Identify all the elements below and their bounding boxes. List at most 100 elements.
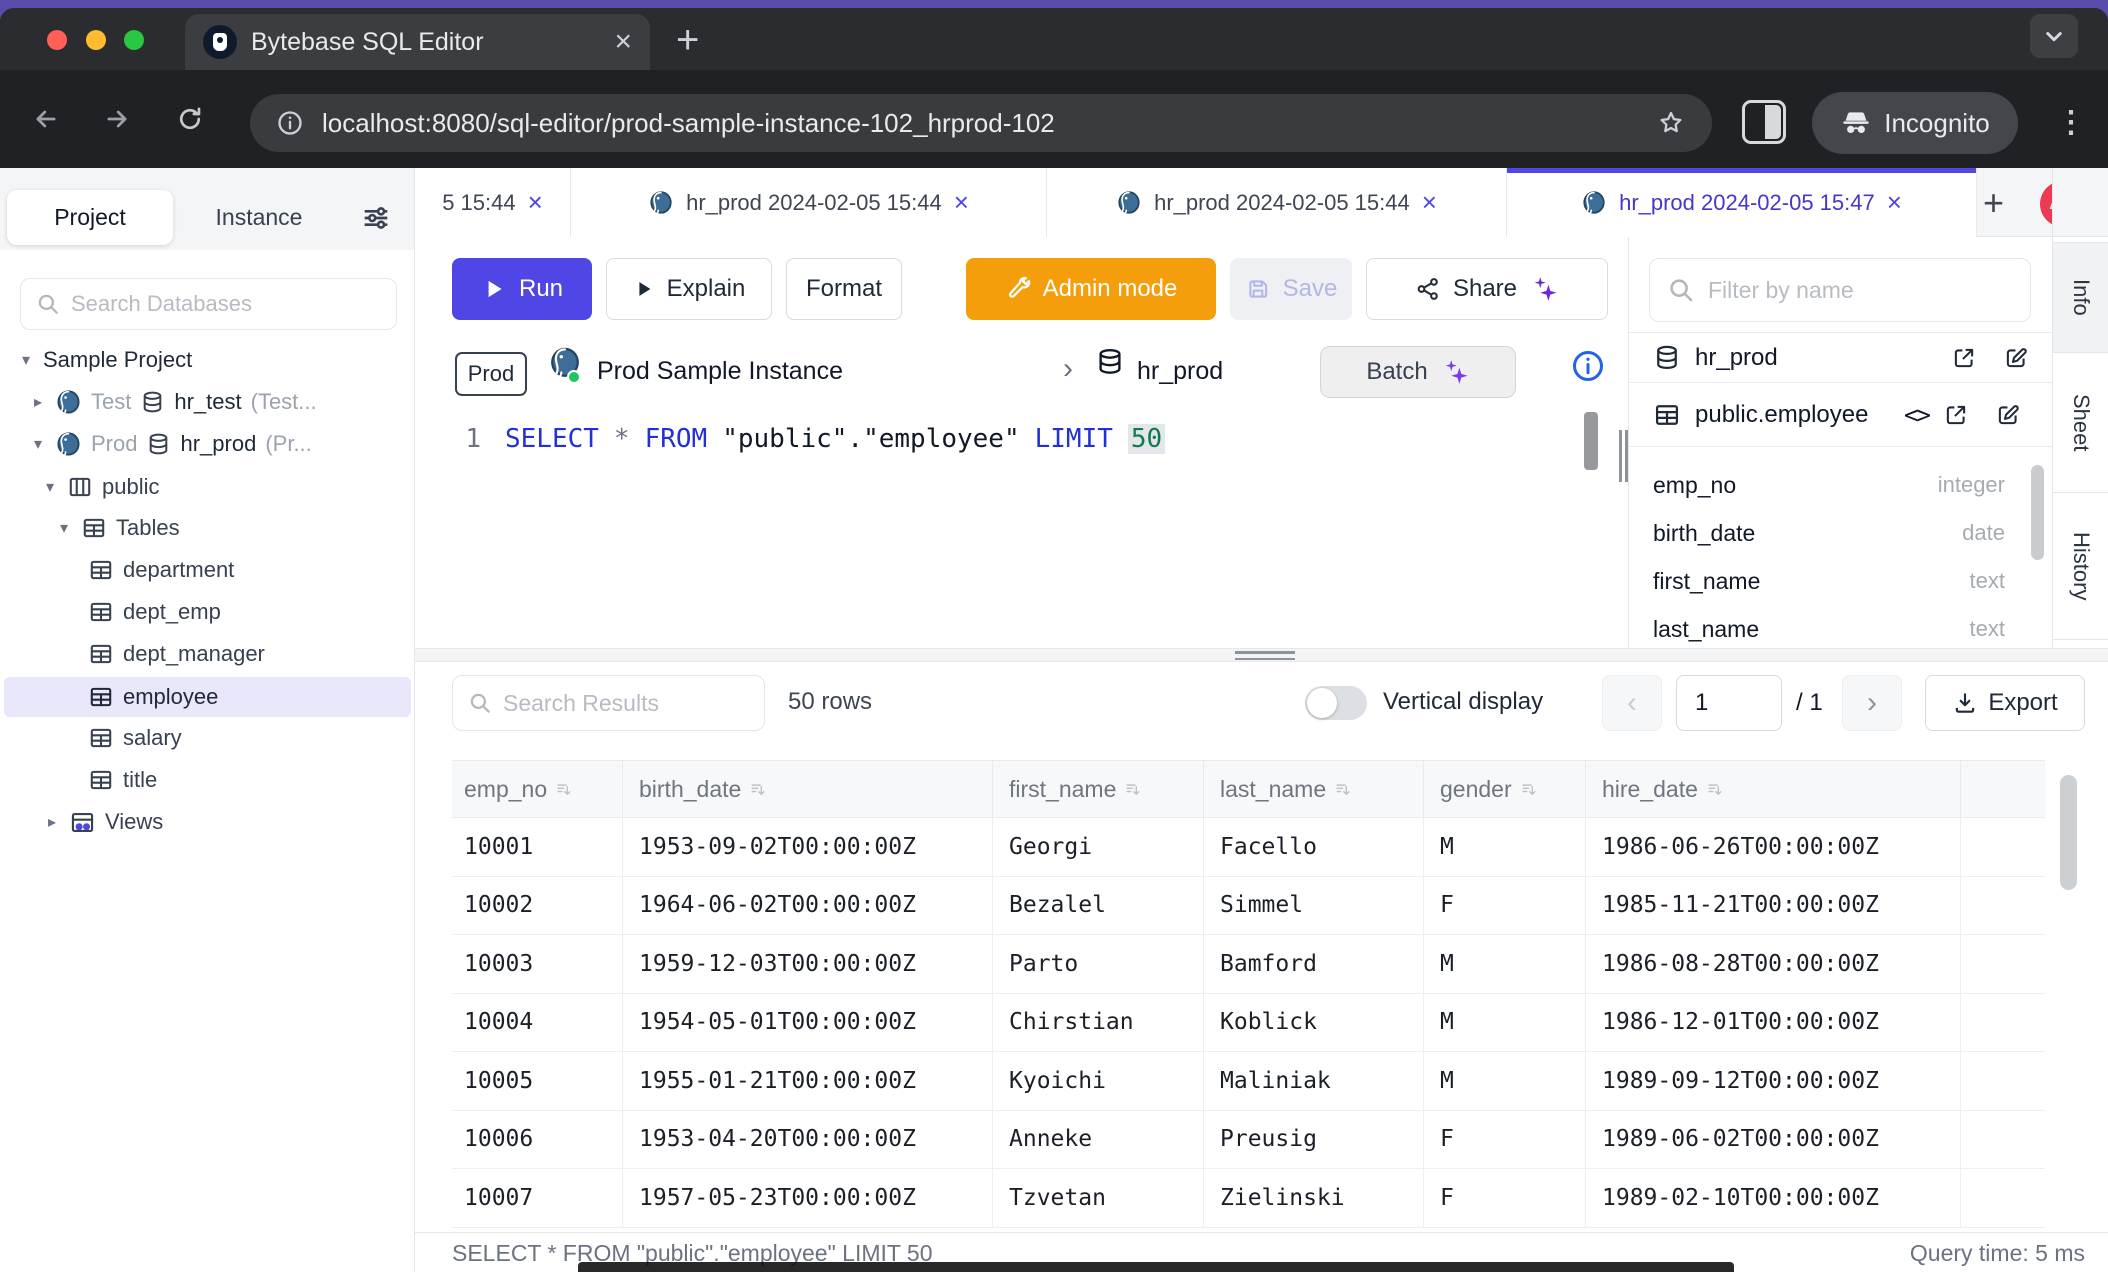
maximize-window-button[interactable]	[124, 30, 144, 50]
column-header[interactable]: emp_no	[452, 761, 623, 817]
tree-item-table-department[interactable]: department	[0, 550, 415, 590]
external-link-icon[interactable]	[1951, 345, 1977, 371]
close-icon[interactable]: ×	[1887, 187, 1902, 218]
filter-by-name-input[interactable]	[1708, 277, 2014, 304]
results-scrollbar[interactable]	[2060, 775, 2077, 890]
caret-down-icon[interactable]: ▾	[42, 477, 58, 497]
close-icon[interactable]: ×	[1422, 187, 1437, 218]
share-button[interactable]: Share	[1366, 258, 1608, 320]
tab-instance[interactable]: Instance	[200, 190, 318, 245]
caret-right-icon[interactable]: ▸	[30, 392, 46, 412]
browser-menu-icon[interactable]: ⋮	[2056, 105, 2086, 140]
prev-page-button[interactable]: ‹	[1602, 675, 1662, 731]
edit-icon[interactable]	[1995, 402, 2021, 428]
admin-mode-button[interactable]: Admin mode	[966, 258, 1216, 320]
editor-tab-1[interactable]: 5 15:44 ×	[415, 168, 571, 237]
schema-table-row[interactable]: public.employee <>	[1629, 382, 2052, 447]
column-header[interactable]: gender	[1424, 761, 1586, 817]
table-row[interactable]: 100021964-06-02T00:00:00ZBezalelSimmelF1…	[452, 877, 2045, 936]
sort-icon[interactable]	[555, 780, 574, 799]
sort-icon[interactable]	[1124, 780, 1143, 799]
search-databases-input[interactable]	[71, 291, 382, 317]
close-icon[interactable]: ×	[954, 187, 969, 218]
column-header[interactable]: first_name	[993, 761, 1204, 817]
column-row[interactable]: last_name text	[1629, 605, 2029, 648]
explain-button[interactable]: Explain	[606, 258, 772, 320]
window-chevron-button[interactable]	[2030, 14, 2078, 58]
column-header[interactable]: hire_date	[1586, 761, 1961, 817]
edit-icon[interactable]	[2003, 345, 2029, 371]
tree-item-tables[interactable]: ▾ Tables	[0, 508, 415, 548]
tab-project[interactable]: Project	[7, 190, 173, 245]
tree-item-table-title[interactable]: title	[0, 760, 415, 800]
run-button[interactable]: Run	[452, 258, 592, 320]
results-search[interactable]	[452, 675, 765, 731]
caret-down-icon[interactable]: ▾	[56, 518, 72, 538]
site-info-icon[interactable]	[276, 109, 304, 137]
sliders-icon[interactable]	[360, 202, 392, 234]
tab-sheet[interactable]: Sheet	[2053, 354, 2108, 493]
sort-icon[interactable]	[1520, 780, 1539, 799]
tree-item-table-dept-manager[interactable]: dept_manager	[0, 634, 415, 674]
column-header[interactable]: birth_date	[623, 761, 993, 817]
bookmark-star-icon[interactable]	[1656, 108, 1686, 138]
tree-item-db-test[interactable]: ▸ Test hr_test (Test...	[0, 382, 415, 422]
reload-icon[interactable]	[176, 105, 204, 133]
external-link-icon[interactable]	[1943, 402, 1969, 428]
next-page-button[interactable]: ›	[1842, 675, 1902, 731]
close-tab-icon[interactable]: ×	[614, 27, 632, 57]
back-icon[interactable]	[32, 105, 60, 133]
caret-right-icon[interactable]: ▸	[44, 812, 60, 832]
column-row[interactable]: first_name text	[1629, 557, 2029, 605]
caret-down-icon[interactable]: ▾	[30, 434, 46, 454]
close-window-button[interactable]	[47, 30, 67, 50]
batch-button[interactable]: Batch	[1320, 346, 1516, 398]
sql-code-editor[interactable]: 1 SELECT * FROM "public"."employee" LIMI…	[415, 405, 1628, 648]
tab-info[interactable]: Info	[2053, 242, 2108, 353]
page-input[interactable]	[1676, 675, 1782, 731]
address-bar[interactable]: localhost:8080/sql-editor/prod-sample-in…	[250, 94, 1712, 152]
tree-item-table-employee-selected[interactable]: employee	[4, 677, 411, 717]
format-button[interactable]: Format	[786, 258, 902, 320]
vertical-display-toggle[interactable]	[1305, 686, 1367, 720]
minimize-window-button[interactable]	[86, 30, 106, 50]
table-row[interactable]: 100071957-05-23T00:00:00ZTzvetanZielinsk…	[452, 1169, 2045, 1228]
filter-box[interactable]	[1649, 258, 2031, 322]
schema-scrollbar[interactable]	[2031, 465, 2044, 560]
table-row[interactable]: 100051955-01-21T00:00:00ZKyoichiMaliniak…	[452, 1052, 2045, 1111]
table-row[interactable]: 100041954-05-01T00:00:00ZChirstianKoblic…	[452, 994, 2045, 1053]
table-row[interactable]: 100011953-09-02T00:00:00ZGeorgiFacelloM1…	[452, 818, 2045, 877]
search-results-input[interactable]	[503, 690, 750, 717]
sort-icon[interactable]	[1334, 780, 1353, 799]
table-row[interactable]: 100061953-04-20T00:00:00ZAnnekePreusigF1…	[452, 1111, 2045, 1170]
table-row[interactable]: 100031959-12-03T00:00:00ZPartoBamfordM19…	[452, 935, 2045, 994]
tree-item-schema-public[interactable]: ▾ public	[0, 467, 415, 507]
editor-tab-2[interactable]: hr_prod 2024-02-05 15:44 ×	[571, 168, 1047, 237]
editor-tab-4-active[interactable]: hr_prod 2024-02-05 15:47 ×	[1507, 168, 1977, 237]
tab-history[interactable]: History	[2053, 493, 2108, 640]
browser-tab[interactable]: Bytebase SQL Editor ×	[185, 14, 650, 70]
caret-down-icon[interactable]: ▾	[18, 350, 34, 370]
tree-item-views[interactable]: ▸ Views	[0, 802, 415, 842]
tree-item-table-dept-emp[interactable]: dept_emp	[0, 592, 415, 632]
column-row[interactable]: emp_no integer	[1629, 461, 2029, 509]
new-editor-tab-button[interactable]: +	[1983, 182, 2004, 224]
editor-scrollbar[interactable]	[1584, 412, 1598, 470]
export-button[interactable]: Export	[1925, 675, 2085, 731]
editor-tab-3[interactable]: hr_prod 2024-02-05 15:44 ×	[1047, 168, 1507, 237]
new-tab-button[interactable]: +	[676, 18, 699, 63]
tree-item-db-prod[interactable]: ▾ Prod hr_prod (Pr...	[0, 424, 415, 464]
sort-icon[interactable]	[1706, 780, 1725, 799]
results-resize-divider[interactable]	[415, 648, 2108, 662]
code-icon[interactable]: <>	[1904, 401, 1929, 429]
tree-item-project[interactable]: ▾ Sample Project	[0, 340, 415, 380]
schema-database-row[interactable]: hr_prod	[1629, 332, 2052, 382]
info-icon[interactable]	[1570, 348, 1606, 384]
forward-icon[interactable]	[103, 105, 131, 133]
column-header[interactable]: last_name	[1204, 761, 1424, 817]
tree-item-table-salary[interactable]: salary	[0, 718, 415, 758]
side-panel-icon[interactable]	[1742, 100, 1786, 144]
column-row[interactable]: birth_date date	[1629, 509, 2029, 557]
close-icon[interactable]: ×	[528, 187, 543, 218]
database-search[interactable]	[20, 278, 397, 330]
